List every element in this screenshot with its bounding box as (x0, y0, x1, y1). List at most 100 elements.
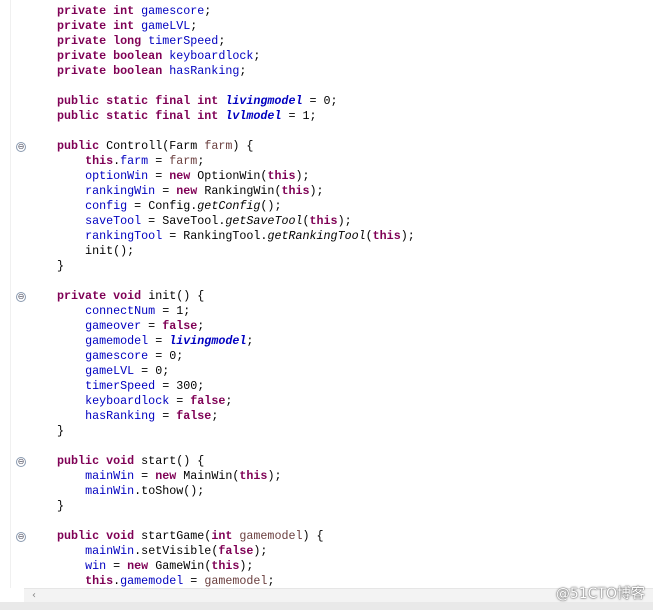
code-token: connectNum (85, 304, 156, 318)
code-token: public (57, 139, 107, 153)
code-token: int (211, 529, 240, 543)
code-token: getConfig (197, 199, 261, 213)
code-token: = SaveTool. (141, 214, 226, 228)
code-token: hasRanking (85, 409, 156, 423)
code-line[interactable]: keyboardlock = false; (57, 394, 232, 409)
code-line[interactable]: private boolean keyboardlock; (57, 49, 260, 64)
code-token: gamescore (141, 4, 205, 18)
code-token: = Config. (127, 199, 198, 213)
code-token: hasRanking (169, 64, 240, 78)
code-token: gamescore (85, 349, 149, 363)
code-token: private boolean (57, 64, 170, 78)
code-line[interactable]: gamescore = 0; (57, 349, 183, 364)
code-token: MainWin( (183, 469, 240, 483)
code-token: ; (246, 334, 254, 348)
code-line[interactable]: connectNum = 1; (57, 304, 190, 319)
code-line[interactable]: timerSpeed = 300; (57, 379, 204, 394)
code-line[interactable]: this.gamemodel = gamemodel; (57, 574, 274, 589)
code-token: gameLVL (85, 364, 135, 378)
code-token: = RankingTool. (162, 229, 268, 243)
code-token: gamemodel (204, 574, 268, 588)
code-line[interactable]: rankingTool = RankingTool.getRankingTool… (57, 229, 415, 244)
code-token: mainWin (85, 544, 135, 558)
code-token: ; (190, 19, 198, 33)
code-line[interactable]: public void startGame(int gamemodel) { (57, 529, 324, 544)
code-line[interactable]: hasRanking = false; (57, 409, 218, 424)
code-line[interactable]: private int gamescore; (57, 4, 218, 19)
code-token: GameWin( (155, 559, 212, 573)
scroll-left-arrow-icon[interactable]: ‹ (32, 589, 36, 603)
code-token: public void (57, 529, 142, 543)
code-line[interactable]: gameover = false; (57, 319, 204, 334)
code-line[interactable]: config = Config.getConfig(); (57, 199, 281, 214)
code-line[interactable]: } (57, 259, 64, 274)
code-line[interactable]: mainWin = new MainWin(this); (57, 469, 281, 484)
code-token: ); (253, 544, 268, 558)
code-token: public static final int (57, 109, 226, 123)
code-token: ; (197, 154, 205, 168)
code-line[interactable]: public Controll(Farm farm) { (57, 139, 253, 154)
code-token: } (57, 259, 65, 273)
code-line[interactable]: private void init() { (57, 289, 204, 304)
code-line[interactable]: optionWin = new OptionWin(this); (57, 169, 310, 184)
code-line[interactable]: public static final int lvlmodel = 1; (57, 109, 317, 124)
code-token: this (267, 169, 296, 183)
code-line[interactable]: init(); (57, 244, 134, 259)
code-token: timerSpeed (148, 34, 219, 48)
code-token: gamemodel (85, 334, 149, 348)
code-token: false (218, 544, 254, 558)
code-token: timerSpeed (85, 379, 156, 393)
code-token: gamemodel (120, 574, 184, 588)
code-line[interactable]: gamemodel = livingmodel; (57, 334, 253, 349)
code-line[interactable]: } (57, 499, 64, 514)
fold-collapse-icon[interactable]: ⊖ (16, 292, 26, 302)
code-line[interactable]: rankingWin = new RankingWin(this); (57, 184, 324, 199)
code-line[interactable]: public static final int livingmodel = 0; (57, 94, 338, 109)
code-token: ; (218, 34, 226, 48)
code-token: ; (204, 4, 219, 18)
code-editor[interactable]: private int gamescore; private int gameL… (0, 4, 653, 588)
code-token: ); (295, 169, 310, 183)
code-token: startGame( (141, 529, 212, 543)
code-token: ; (239, 64, 247, 78)
code-line[interactable]: private int gameLVL; (57, 19, 197, 34)
code-token: ; (267, 574, 275, 588)
code-token: = 0; (302, 94, 338, 108)
code-token: .toShow(); (134, 484, 205, 498)
code-line[interactable]: saveTool = SaveTool.getSaveTool(this); (57, 214, 352, 229)
code-line[interactable]: win = new GameWin(this); (57, 559, 253, 574)
code-token: ) { (232, 139, 254, 153)
fold-collapse-icon[interactable]: ⊖ (16, 142, 26, 152)
code-line[interactable]: gameLVL = 0; (57, 364, 169, 379)
code-token: public void (57, 454, 142, 468)
code-token: farm (169, 154, 198, 168)
code-token: lvlmodel (225, 109, 282, 123)
code-line[interactable]: mainWin.toShow(); (57, 484, 204, 499)
code-line[interactable]: this.farm = farm; (57, 154, 204, 169)
fold-collapse-icon[interactable]: ⊖ (16, 532, 26, 542)
code-line[interactable]: mainWin.setVisible(false); (57, 544, 267, 559)
code-line[interactable]: public void start() { (57, 454, 204, 469)
code-token: gameLVL (141, 19, 191, 33)
code-token: new (176, 184, 205, 198)
code-line[interactable]: private boolean hasRanking; (57, 64, 246, 79)
code-token: Controll(Farm (106, 139, 205, 153)
code-token: this (309, 214, 338, 228)
code-token: mainWin (85, 484, 135, 498)
code-token: false (162, 319, 198, 333)
code-token: = (141, 319, 163, 333)
code-token: ); (239, 559, 254, 573)
code-token: init() { (148, 289, 205, 303)
code-line[interactable]: private long timerSpeed; (57, 34, 225, 49)
code-token: this (211, 559, 240, 573)
fold-collapse-icon[interactable]: ⊖ (16, 457, 26, 467)
code-token: new (127, 559, 156, 573)
code-line[interactable]: } (57, 424, 64, 439)
